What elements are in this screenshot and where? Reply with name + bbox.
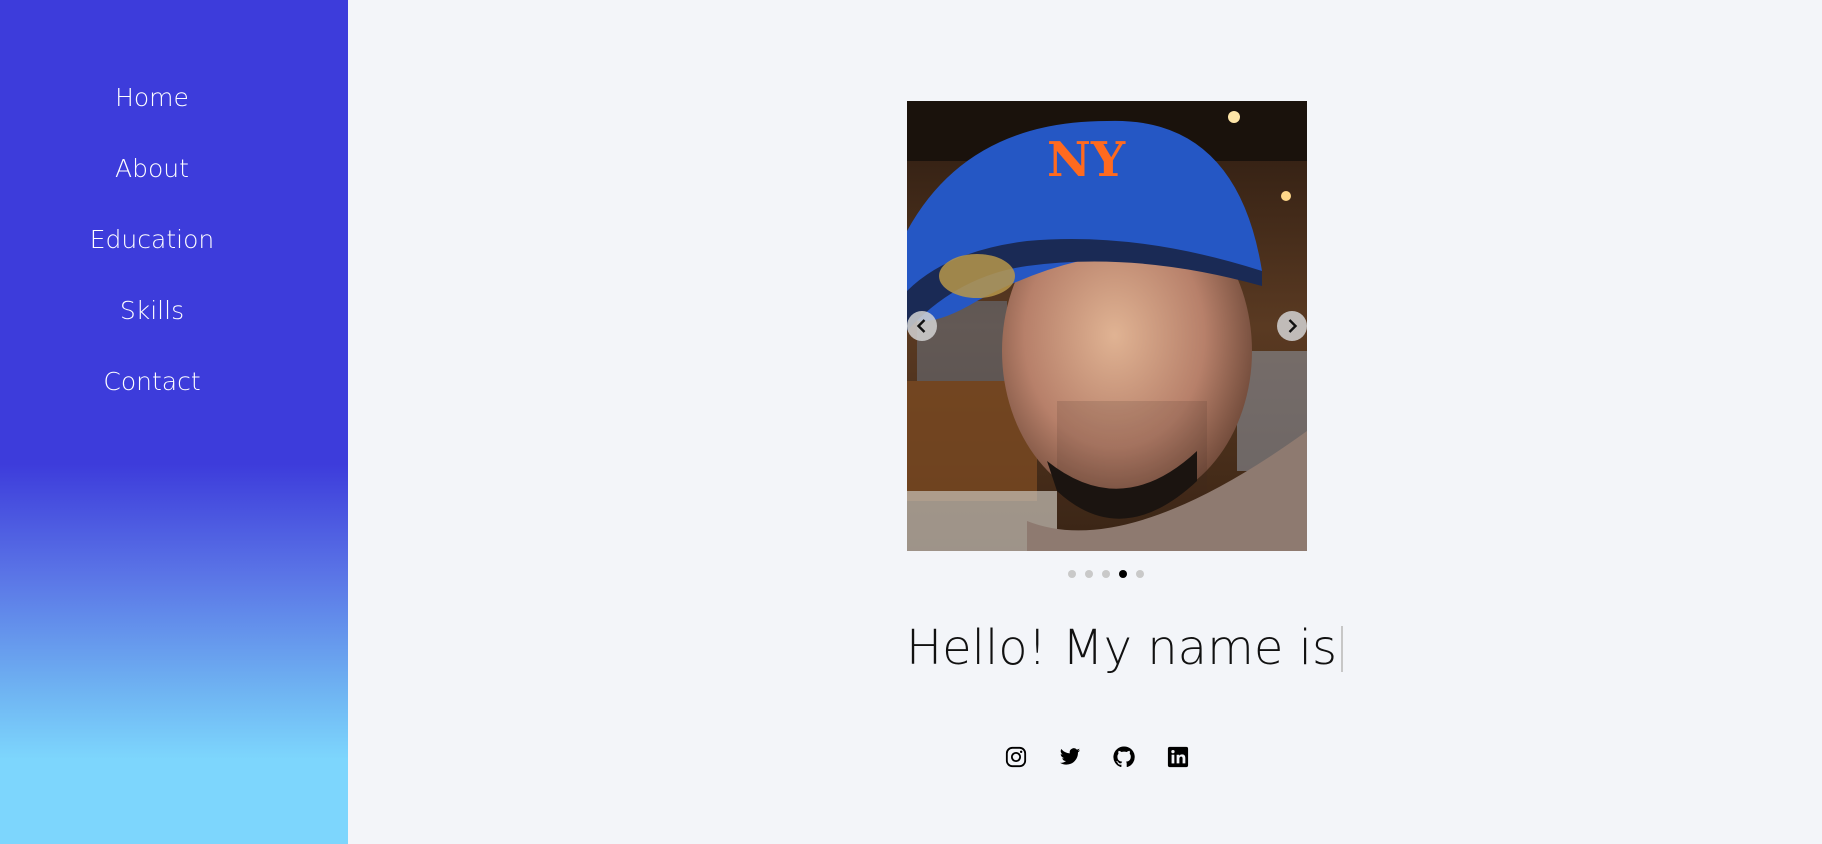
- linkedin-link[interactable]: [1166, 745, 1190, 769]
- carousel-prev-button[interactable]: [907, 311, 937, 341]
- linkedin-icon: [1167, 746, 1189, 768]
- nav-item-home[interactable]: Home: [0, 80, 304, 116]
- social-links: [1004, 745, 1190, 769]
- instagram-link[interactable]: [1004, 745, 1028, 769]
- greeting-heading: Hello! My name is: [906, 616, 1343, 680]
- carousel-indicators: [1068, 570, 1144, 578]
- greeting-text: Hello! My name is: [906, 620, 1337, 676]
- twitter-icon: [1059, 748, 1081, 765]
- nav-item-contact[interactable]: Contact: [0, 364, 304, 400]
- carousel-dot[interactable]: [1136, 570, 1144, 578]
- chevron-left-icon: [916, 319, 926, 333]
- sidebar: Home About Education Skills Contact: [0, 0, 348, 844]
- typing-caret: [1340, 626, 1343, 672]
- carousel-dot[interactable]: [1068, 570, 1076, 578]
- nav-item-skills[interactable]: Skills: [0, 293, 304, 329]
- chevron-right-icon: [1288, 319, 1298, 333]
- photo-carousel: NY: [907, 101, 1307, 551]
- carousel-dot[interactable]: [1085, 570, 1093, 578]
- twitter-link[interactable]: [1058, 745, 1082, 769]
- profile-photo: NY: [907, 101, 1307, 551]
- github-link[interactable]: [1112, 745, 1136, 769]
- carousel-dot-active[interactable]: [1119, 570, 1127, 578]
- instagram-icon: [1005, 746, 1027, 768]
- carousel-next-button[interactable]: [1277, 311, 1307, 341]
- nav-item-about[interactable]: About: [0, 151, 304, 187]
- carousel-dot[interactable]: [1102, 570, 1110, 578]
- svg-text:NY: NY: [1047, 132, 1126, 188]
- github-icon: [1113, 746, 1135, 768]
- nav-item-education[interactable]: Education: [0, 222, 304, 258]
